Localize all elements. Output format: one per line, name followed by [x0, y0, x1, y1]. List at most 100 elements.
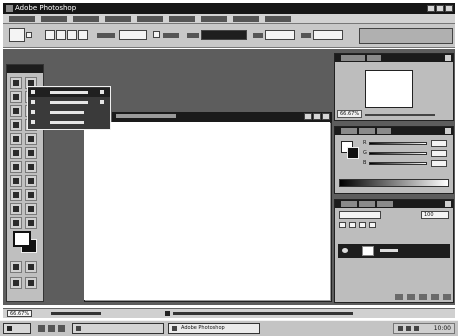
clock[interactable]: 10:00 [434, 325, 451, 332]
healing-brush-tool[interactable] [10, 119, 22, 131]
start-button[interactable] [3, 323, 31, 334]
quick-launch-outlook-icon[interactable] [58, 325, 65, 332]
dodge-tool[interactable] [25, 161, 37, 173]
tab-swatches[interactable] [359, 128, 375, 134]
blur-tool[interactable] [10, 161, 22, 173]
close-icon[interactable] [445, 201, 451, 207]
quick-launch-desktop-icon[interactable] [48, 325, 55, 332]
new-layer-icon[interactable] [419, 294, 427, 300]
foreground-color-swatch[interactable] [13, 231, 31, 247]
tab-navigator[interactable] [341, 55, 365, 61]
anti-alias-checkbox[interactable] [153, 31, 160, 38]
toolbox-header[interactable] [7, 65, 43, 73]
hand-tool[interactable] [10, 217, 22, 229]
zoom-tool[interactable] [25, 217, 37, 229]
lock-position-checkbox[interactable] [359, 222, 366, 228]
close-icon[interactable] [445, 5, 453, 12]
menu-layer[interactable] [105, 16, 131, 22]
color-ramp[interactable] [339, 179, 449, 187]
history-brush-tool[interactable] [25, 133, 37, 145]
palette-well[interactable] [359, 28, 453, 44]
menu-edit[interactable] [41, 16, 67, 22]
red-slider[interactable] [369, 142, 427, 145]
red-value-input[interactable] [431, 140, 447, 147]
navigator-zoom[interactable]: 66.67% [337, 110, 363, 118]
flyout-item-rectangular-marquee[interactable] [28, 88, 110, 97]
screen-mode-full-button[interactable] [25, 277, 37, 289]
close-icon[interactable] [322, 113, 330, 120]
background-color-swatch[interactable] [347, 147, 359, 159]
network-icon[interactable] [414, 326, 419, 331]
menu-help[interactable] [265, 16, 291, 22]
minimize-icon[interactable] [427, 5, 435, 12]
maximize-icon[interactable] [436, 5, 444, 12]
tab-paths[interactable] [377, 201, 393, 207]
type-tool[interactable] [25, 175, 37, 187]
chevron-down-icon[interactable] [26, 32, 32, 38]
menu-image[interactable] [73, 16, 99, 22]
quick-mask-button[interactable] [25, 261, 37, 273]
close-icon[interactable] [445, 55, 451, 61]
tab-info[interactable] [367, 55, 381, 61]
document-size-info[interactable] [51, 312, 101, 315]
canvas[interactable] [84, 122, 330, 300]
palette-header[interactable] [335, 200, 453, 208]
blue-value-input[interactable] [431, 160, 447, 167]
pen-tool[interactable] [10, 189, 22, 201]
volume-icon[interactable] [406, 326, 411, 331]
menu-file[interactable] [9, 16, 35, 22]
eraser-tool[interactable] [10, 147, 22, 159]
flyout-item-single-row-marquee[interactable] [28, 108, 110, 117]
notes-tool[interactable] [10, 203, 22, 215]
navigator-thumbnail[interactable] [365, 70, 413, 108]
intersect-selection-button[interactable] [78, 30, 88, 40]
navigator-zoom-slider[interactable] [365, 114, 435, 116]
height-input[interactable] [313, 30, 343, 40]
add-layer-style-icon[interactable] [395, 294, 403, 300]
lock-image-checkbox[interactable] [349, 222, 356, 228]
quick-launch-ie-icon[interactable] [38, 325, 45, 332]
flyout-item-elliptical-marquee[interactable] [28, 98, 110, 107]
lock-transparency-checkbox[interactable] [339, 222, 346, 228]
palette-header[interactable] [335, 127, 453, 135]
menu-select[interactable] [137, 16, 163, 22]
blend-mode-select[interactable] [339, 211, 381, 219]
input-method-icon[interactable] [398, 326, 403, 331]
eye-icon[interactable] [342, 248, 348, 253]
lock-all-checkbox[interactable] [369, 222, 376, 228]
minimize-icon[interactable] [304, 113, 312, 120]
marquee-tool-preset-icon[interactable] [9, 28, 25, 42]
new-set-icon[interactable] [431, 294, 439, 300]
tab-color[interactable] [341, 128, 357, 134]
tab-channels[interactable] [359, 201, 375, 207]
close-icon[interactable] [445, 128, 451, 134]
menu-window[interactable] [233, 16, 259, 22]
layer-row[interactable] [338, 244, 450, 258]
blue-slider[interactable] [369, 162, 427, 165]
menu-view[interactable] [201, 16, 227, 22]
lasso-tool[interactable] [10, 91, 22, 103]
taskbar-photoshop[interactable]: Adobe Photoshop [168, 323, 260, 334]
status-zoom[interactable]: 66.67% [7, 310, 33, 317]
green-slider[interactable] [369, 152, 427, 155]
menu-filter[interactable] [169, 16, 195, 22]
standard-mode-button[interactable] [10, 261, 22, 273]
shape-tool[interactable] [25, 189, 37, 201]
maximize-icon[interactable] [313, 113, 321, 120]
eyedropper-tool[interactable] [25, 203, 37, 215]
green-value-input[interactable] [431, 150, 447, 157]
add-mask-icon[interactable] [407, 294, 415, 300]
add-to-selection-button[interactable] [56, 30, 66, 40]
opacity-input[interactable]: 100 [421, 211, 449, 219]
clone-stamp-tool[interactable] [10, 133, 22, 145]
trash-icon[interactable] [443, 294, 451, 300]
marquee-tool[interactable] [10, 77, 22, 89]
gradient-tool[interactable] [25, 147, 37, 159]
width-input[interactable] [265, 30, 295, 40]
subtract-from-selection-button[interactable] [67, 30, 77, 40]
crop-tool[interactable] [10, 105, 22, 117]
screen-mode-standard-button[interactable] [10, 277, 22, 289]
style-select[interactable] [201, 30, 247, 40]
tab-styles[interactable] [377, 128, 391, 134]
palette-header[interactable] [335, 54, 453, 62]
